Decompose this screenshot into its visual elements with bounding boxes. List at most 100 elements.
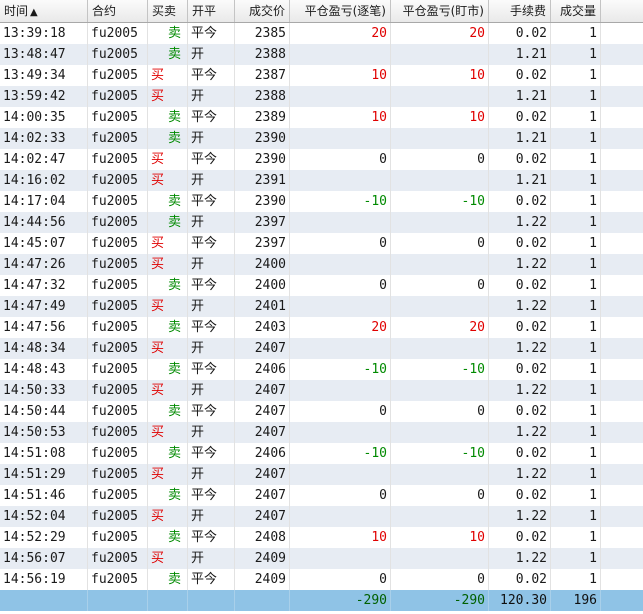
cell-time: 13:48:47 (0, 44, 88, 65)
cell-contract: fu2005 (88, 149, 148, 170)
total-pnl-trade: -290 (290, 590, 391, 611)
cell-contract: fu2005 (88, 191, 148, 212)
table-row[interactable]: 13:48:47 fu2005 卖开 2388 1.21 1 (0, 44, 643, 65)
cell-time: 14:51:29 (0, 464, 88, 485)
cell-fee: 0.02 (489, 443, 551, 464)
cell-open-close: 开 (188, 464, 235, 485)
cell-pnl-mtm (391, 548, 489, 569)
col-header-volume[interactable]: 成交量 (551, 0, 601, 22)
cell-time: 14:47:26 (0, 254, 88, 275)
cell-open-close: 平今 (188, 317, 235, 338)
table-row[interactable]: 14:47:26 fu2005 买开 2400 1.22 1 (0, 254, 643, 275)
table-row[interactable]: 14:17:04 fu2005 卖平今 2390 -10 -10 0.02 1 (0, 191, 643, 212)
cell-open-close: 平今 (188, 401, 235, 422)
cell-volume: 1 (551, 527, 601, 548)
col-header-pnl-mtm[interactable]: 平仓盈亏(盯市) (391, 0, 489, 22)
cell-price: 2391 (235, 170, 290, 191)
cell-fee: 0.02 (489, 485, 551, 506)
col-header-open-close[interactable]: 开平 (188, 0, 235, 22)
table-row[interactable]: 14:51:08 fu2005 卖平今 2406 -10 -10 0.02 1 (0, 443, 643, 464)
cell-fee: 0.02 (489, 359, 551, 380)
cell-volume: 1 (551, 359, 601, 380)
table-row[interactable]: 14:00:35 fu2005 卖平今 2389 10 10 0.02 1 (0, 107, 643, 128)
cell-pnl-trade (290, 548, 391, 569)
table-row[interactable]: 13:49:34 fu2005 买平今 2387 10 10 0.02 1 (0, 65, 643, 86)
cell-contract: fu2005 (88, 44, 148, 65)
col-header-pnl-trade[interactable]: 平仓盈亏(逐笔) (290, 0, 391, 22)
cell-open-close: 开 (188, 170, 235, 191)
col-header-side[interactable]: 买卖 (148, 0, 188, 22)
table-row[interactable]: 14:47:49 fu2005 买开 2401 1.22 1 (0, 296, 643, 317)
cell-fee: 0.02 (489, 191, 551, 212)
col-header-contract[interactable]: 合约 (88, 0, 148, 22)
cell-contract: fu2005 (88, 212, 148, 233)
cell-price: 2389 (235, 107, 290, 128)
table-row[interactable]: 14:56:07 fu2005 买开 2409 1.22 1 (0, 548, 643, 569)
cell-side: 买 (148, 170, 188, 191)
cell-time: 14:47:32 (0, 275, 88, 296)
cell-time: 14:50:33 (0, 380, 88, 401)
cell-pnl-trade (290, 254, 391, 275)
cell-time: 14:45:07 (0, 233, 88, 254)
cell-side: 卖 (148, 212, 188, 233)
cell-contract: fu2005 (88, 233, 148, 254)
table-row[interactable]: 14:50:33 fu2005 买开 2407 1.22 1 (0, 380, 643, 401)
table-row[interactable]: 14:02:47 fu2005 买平今 2390 0 0 0.02 1 (0, 149, 643, 170)
cell-open-close: 开 (188, 422, 235, 443)
cell-side: 买 (148, 296, 188, 317)
cell-pnl-trade (290, 296, 391, 317)
cell-pnl-trade (290, 128, 391, 149)
cell-pnl-mtm (391, 44, 489, 65)
cell-price: 2390 (235, 128, 290, 149)
table-row[interactable]: 14:50:53 fu2005 买开 2407 1.22 1 (0, 422, 643, 443)
col-header-price[interactable]: 成交价 (235, 0, 290, 22)
table-row[interactable]: 13:59:42 fu2005 买开 2388 1.21 1 (0, 86, 643, 107)
cell-volume: 1 (551, 443, 601, 464)
table-row[interactable]: 14:56:19 fu2005 卖平今 2409 0 0 0.02 1 (0, 569, 643, 590)
cell-fee: 1.22 (489, 380, 551, 401)
cell-open-close: 开 (188, 506, 235, 527)
cell-pnl-mtm (391, 338, 489, 359)
cell-time: 13:59:42 (0, 86, 88, 107)
table-row[interactable]: 14:48:43 fu2005 卖平今 2406 -10 -10 0.02 1 (0, 359, 643, 380)
cell-price: 2407 (235, 338, 290, 359)
cell-fee: 1.21 (489, 128, 551, 149)
table-row[interactable]: 14:16:02 fu2005 买开 2391 1.21 1 (0, 170, 643, 191)
cell-pnl-trade: 0 (290, 275, 391, 296)
table-row[interactable]: 14:44:56 fu2005 卖开 2397 1.22 1 (0, 212, 643, 233)
total-cell-price (235, 590, 290, 611)
cell-fee: 0.02 (489, 569, 551, 590)
cell-pnl-mtm (391, 422, 489, 443)
cell-open-close: 开 (188, 548, 235, 569)
cell-price: 2406 (235, 443, 290, 464)
cell-fee: 1.21 (489, 170, 551, 191)
cell-open-close: 平今 (188, 527, 235, 548)
cell-pnl-trade: 0 (290, 149, 391, 170)
table-row[interactable]: 14:52:29 fu2005 卖平今 2408 10 10 0.02 1 (0, 527, 643, 548)
cell-side: 卖 (148, 527, 188, 548)
cell-fee: 1.22 (489, 548, 551, 569)
cell-pnl-trade: 0 (290, 485, 391, 506)
cell-side: 卖 (148, 485, 188, 506)
cell-price: 2406 (235, 359, 290, 380)
col-header-time[interactable]: 时间 ▲ (0, 0, 88, 22)
table-row[interactable]: 13:39:18 fu2005 卖平今 2385 20 20 0.02 1 (0, 23, 643, 44)
col-header-fee[interactable]: 手续费 (489, 0, 551, 22)
cell-volume: 1 (551, 128, 601, 149)
cell-price: 2385 (235, 23, 290, 44)
table-row[interactable]: 14:45:07 fu2005 买平今 2397 0 0 0.02 1 (0, 233, 643, 254)
cell-fee: 0.02 (489, 401, 551, 422)
table-row[interactable]: 14:52:04 fu2005 买开 2407 1.22 1 (0, 506, 643, 527)
table-row[interactable]: 14:48:34 fu2005 买开 2407 1.22 1 (0, 338, 643, 359)
cell-pnl-mtm (391, 170, 489, 191)
table-row[interactable]: 14:50:44 fu2005 卖平今 2407 0 0 0.02 1 (0, 401, 643, 422)
cell-contract: fu2005 (88, 128, 148, 149)
table-row[interactable]: 14:51:46 fu2005 卖平今 2407 0 0 0.02 1 (0, 485, 643, 506)
table-row[interactable]: 14:51:29 fu2005 买开 2407 1.22 1 (0, 464, 643, 485)
cell-pnl-trade (290, 86, 391, 107)
cell-open-close: 开 (188, 212, 235, 233)
table-row[interactable]: 14:47:56 fu2005 卖平今 2403 20 20 0.02 1 (0, 317, 643, 338)
table-row[interactable]: 14:47:32 fu2005 卖平今 2400 0 0 0.02 1 (0, 275, 643, 296)
cell-price: 2407 (235, 380, 290, 401)
table-row[interactable]: 14:02:33 fu2005 卖开 2390 1.21 1 (0, 128, 643, 149)
